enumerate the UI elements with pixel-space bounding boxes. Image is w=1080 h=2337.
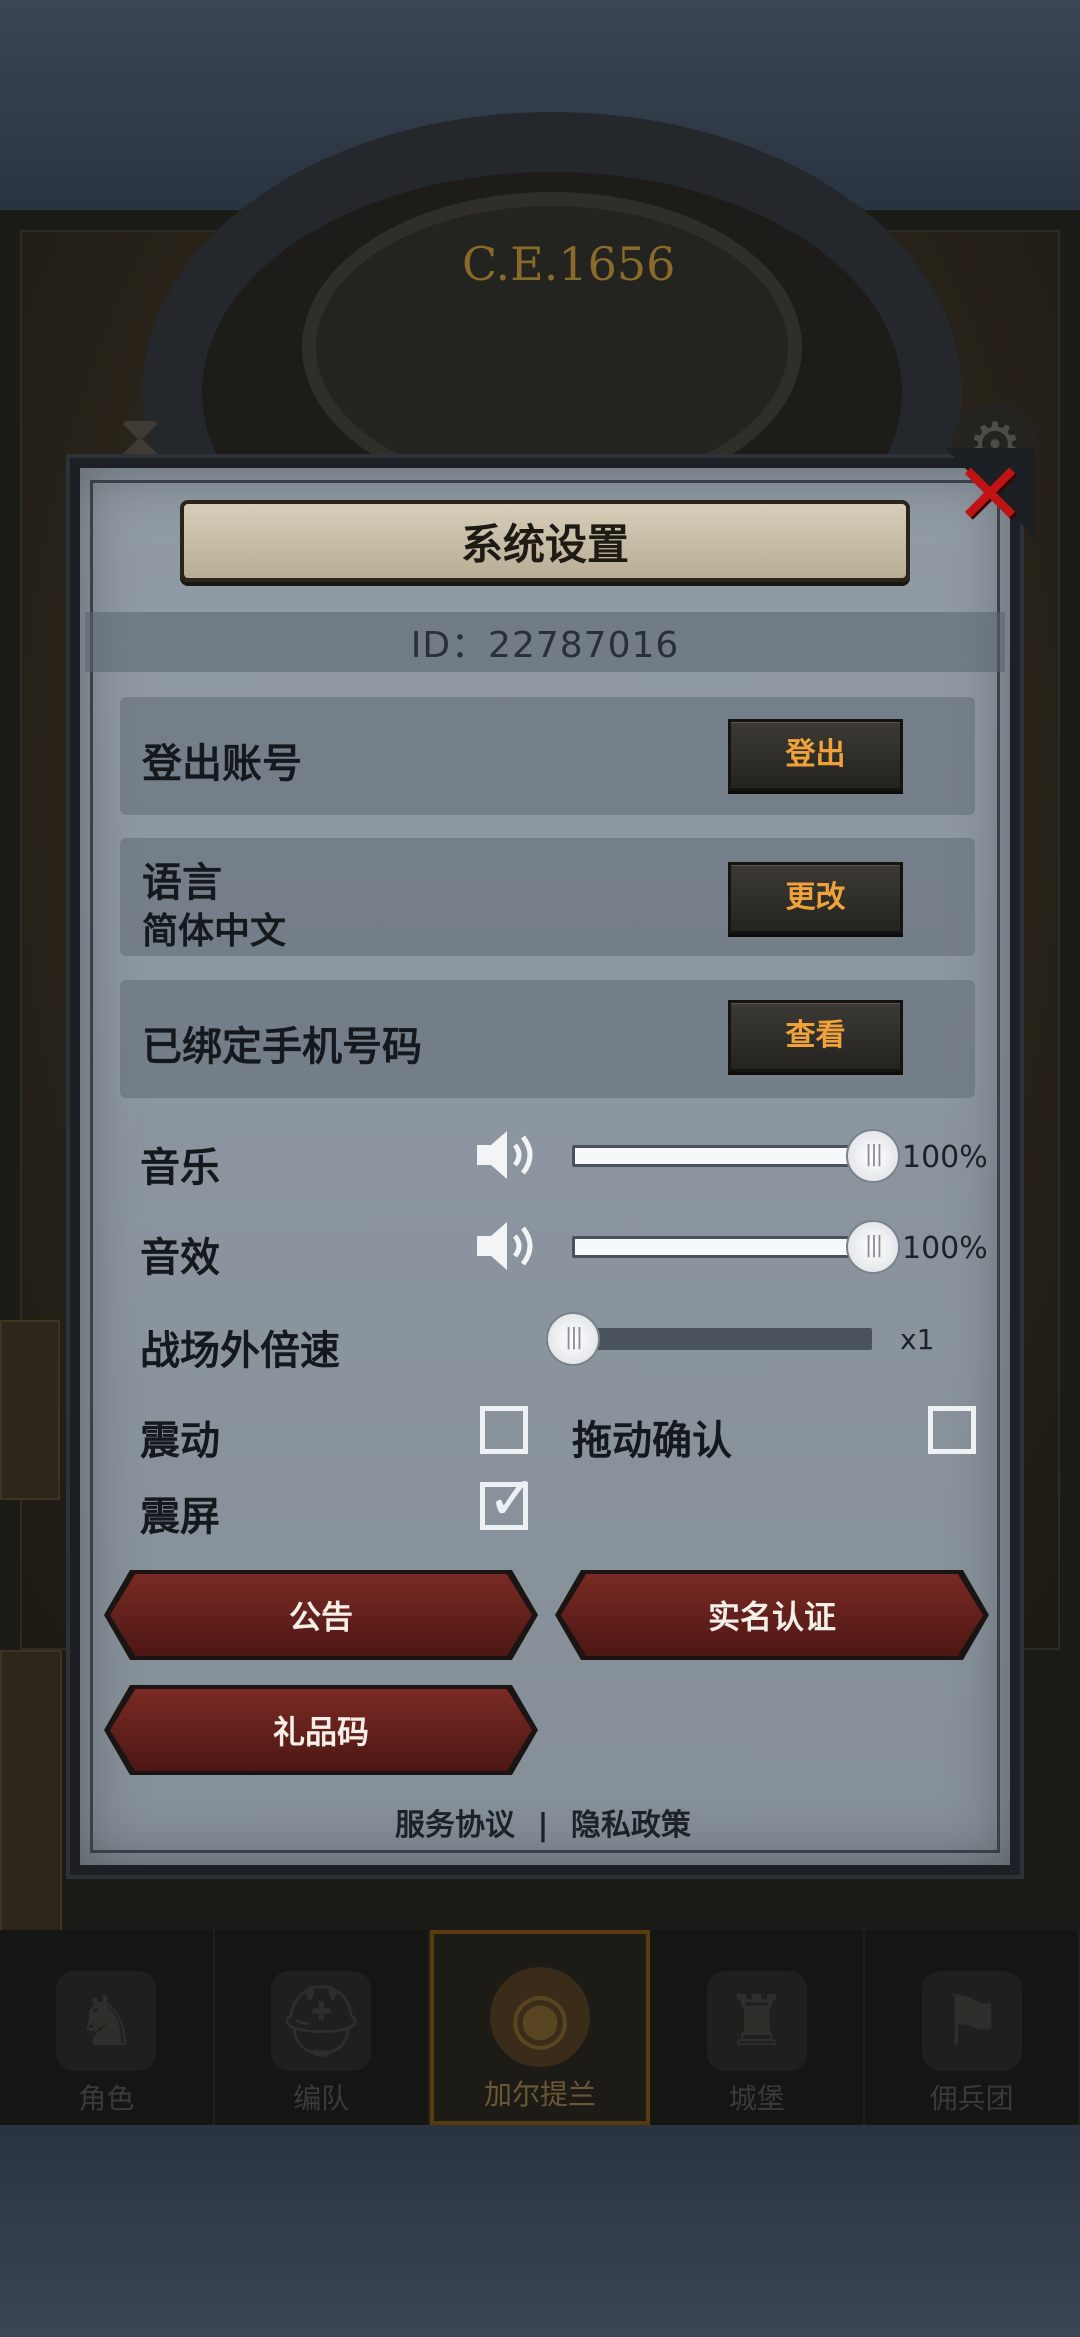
speed-label: 战场外倍速 xyxy=(140,1328,340,1374)
drag-confirm-checkbox[interactable] xyxy=(928,1406,976,1454)
logout-row: 登出账号 登出 xyxy=(120,697,975,815)
screen: C.E.1656 ⧗ ⚙ ♞ 角色 ⛑ 编队 ◉ 加尔提兰 ♜ 城堡 ⚑ 佣兵团 xyxy=(0,0,1080,2337)
nav-item-mercenary[interactable]: ⚑ 佣兵团 xyxy=(865,1930,1080,2125)
music-slider-handle[interactable]: ||| xyxy=(846,1129,900,1183)
language-row: 语言 简体中文 更改 xyxy=(120,838,975,956)
music-label: 音乐 xyxy=(140,1145,220,1191)
nav-item-castle[interactable]: ♜ 城堡 xyxy=(650,1930,866,2125)
announcement-button[interactable]: 公告 xyxy=(110,1574,532,1656)
language-label: 语言 xyxy=(142,860,222,906)
bottom-letterbox xyxy=(0,2125,1080,2337)
privacy-policy-link[interactable]: 隐私政策 xyxy=(571,1800,691,1844)
dialog-title-plate: 系统设置 xyxy=(180,500,910,582)
logout-label: 登出账号 xyxy=(142,741,302,787)
nav-label: 佣兵团 xyxy=(929,2082,1014,2115)
calendar-year-label: C.E.1656 xyxy=(462,237,676,291)
checkmark-icon: ✓ xyxy=(487,1464,538,1534)
footer-links: 服务协议 | 隐私政策 xyxy=(395,1800,691,1844)
change-language-button[interactable]: 更改 xyxy=(728,862,903,934)
nav-label: 角色 xyxy=(78,2082,135,2115)
music-slider-track[interactable] xyxy=(572,1145,872,1167)
drag-confirm-label: 拖动确认 xyxy=(572,1418,732,1464)
knight-icon: ♞ xyxy=(56,1971,157,2071)
sfx-slider-fill xyxy=(575,1239,869,1255)
phone-row: 已绑定手机号码 查看 xyxy=(120,980,975,1098)
screen-shake-label: 震屏 xyxy=(140,1494,220,1540)
sfx-slider-handle[interactable]: ||| xyxy=(846,1220,900,1274)
nav-item-formation[interactable]: ⛑ 编队 xyxy=(215,1930,430,2125)
close-icon[interactable]: ✕ xyxy=(950,452,1030,538)
dialog-title: 系统设置 xyxy=(460,519,629,569)
speed-value: x1 xyxy=(900,1323,935,1356)
nav-item-character[interactable]: ♞ 角色 xyxy=(0,1930,215,2125)
sfx-label: 音效 xyxy=(140,1235,220,1281)
speed-slider-track[interactable] xyxy=(572,1328,872,1350)
music-percent: 100% xyxy=(902,1140,988,1175)
language-value: 简体中文 xyxy=(142,911,287,952)
sfx-slider-track[interactable] xyxy=(572,1236,872,1258)
screen-shake-checkbox[interactable]: ✓ xyxy=(480,1469,537,1530)
phone-label: 已绑定手机号码 xyxy=(142,1024,422,1070)
view-phone-button[interactable]: 查看 xyxy=(728,1000,903,1072)
nav-label: 编队 xyxy=(293,2082,350,2115)
nav-item-galtiran[interactable]: ◉ 加尔提兰 xyxy=(429,1930,651,2125)
nav-label: 加尔提兰 xyxy=(483,2078,596,2111)
nav-label: 城堡 xyxy=(728,2082,785,2115)
side-scroll-icon xyxy=(0,1320,60,1500)
vibrate-label: 震动 xyxy=(140,1418,220,1464)
player-id-band: ID：22787016 xyxy=(85,612,1005,672)
speaker-icon[interactable] xyxy=(475,1127,541,1183)
logout-button[interactable]: 登出 xyxy=(728,719,903,791)
banner-icon: ⚑ xyxy=(921,1971,1022,2071)
service-agreement-link[interactable]: 服务协议 xyxy=(395,1800,515,1844)
castle-icon: ♜ xyxy=(706,1971,807,2071)
gift-code-button[interactable]: 礼品码 xyxy=(110,1689,532,1771)
music-slider-fill xyxy=(575,1148,869,1164)
globe-emblem-icon: ◉ xyxy=(489,1967,590,2067)
footer-separator: | xyxy=(537,1808,549,1843)
realname-verify-button[interactable]: 实名认证 xyxy=(561,1574,983,1656)
player-id: ID：22787016 xyxy=(410,625,680,666)
vibrate-checkbox[interactable] xyxy=(480,1406,528,1454)
helmet-icon: ⛑ xyxy=(271,1971,372,2071)
sfx-percent: 100% xyxy=(902,1231,988,1266)
speaker-icon[interactable] xyxy=(475,1218,541,1274)
speed-slider-handle[interactable]: ||| xyxy=(546,1312,600,1366)
bottom-nav: ♞ 角色 ⛑ 编队 ◉ 加尔提兰 ♜ 城堡 ⚑ 佣兵团 xyxy=(0,1930,1080,2125)
